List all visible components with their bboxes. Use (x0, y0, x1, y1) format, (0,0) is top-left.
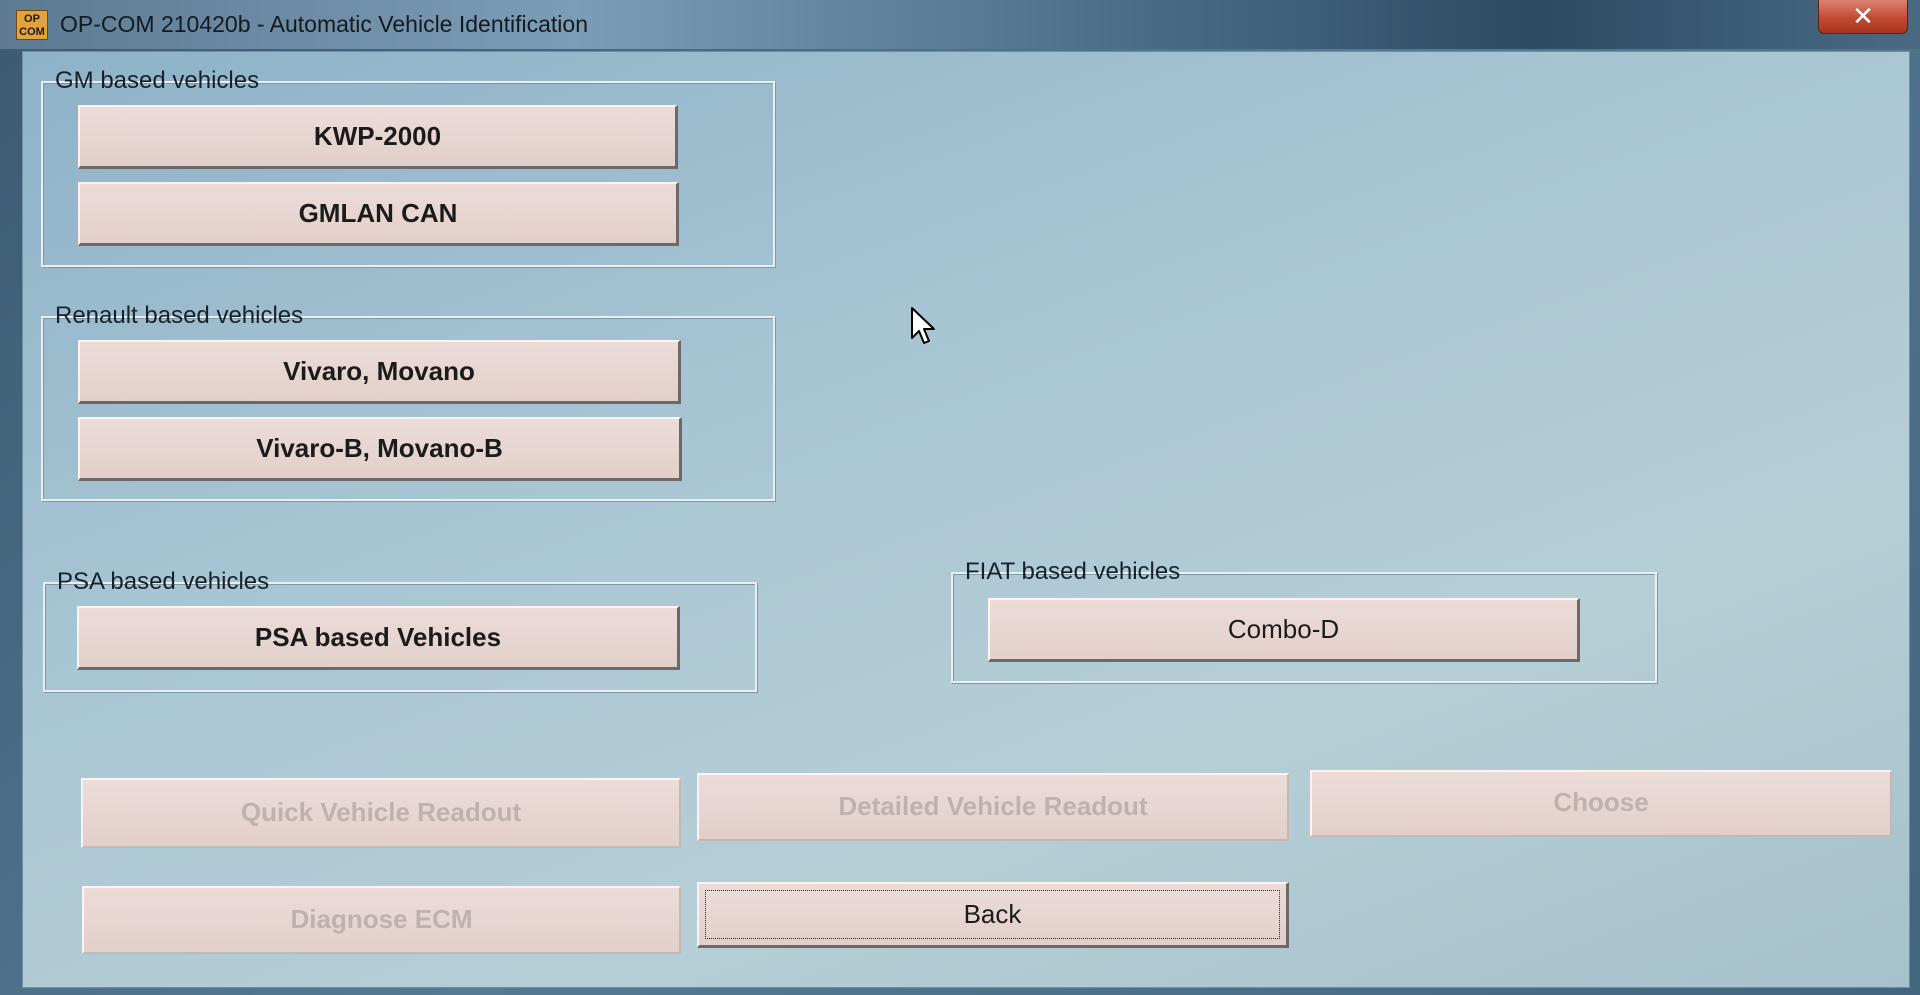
window-title: OP-COM 210420b - Automatic Vehicle Ident… (60, 11, 589, 37)
combo-d-button[interactable]: Combo-D (988, 598, 1580, 662)
app-logo-text-bottom: COM (19, 26, 45, 38)
focus-ring (705, 890, 1280, 939)
detailed-vehicle-readout-button[interactable]: Detailed Vehicle Readout (697, 773, 1289, 841)
psa-group-label: PSA based vehicles (57, 568, 270, 595)
renault-group-label: Renault based vehicles (55, 302, 304, 329)
app-logo-text-top: OP (24, 13, 40, 25)
gmlan-can-button[interactable]: GMLAN CAN (78, 182, 679, 246)
vivaro-movano-button[interactable]: Vivaro, Movano (78, 340, 681, 404)
close-icon[interactable]: ✕ (1818, 0, 1908, 34)
quick-vehicle-readout-button[interactable]: Quick Vehicle Readout (81, 778, 681, 848)
fiat-group-label: FIAT based vehicles (965, 558, 1181, 585)
psa-based-vehicles-button[interactable]: PSA based Vehicles (77, 606, 680, 670)
app-logo-icon: OP COM (16, 10, 48, 40)
mouse-pointer-icon (911, 307, 935, 344)
psa-group: PSA based vehicles PSA based Vehicles (43, 568, 757, 692)
vivaro-b-movano-b-button[interactable]: Vivaro-B, Movano-B (78, 417, 682, 481)
fiat-group: FIAT based vehicles Combo-D (951, 558, 1657, 683)
renault-group: Renault based vehicles Vivaro, Movano Vi… (41, 302, 775, 501)
choose-button[interactable]: Choose (1310, 770, 1892, 837)
kwp-2000-button[interactable]: KWP-2000 (78, 105, 678, 169)
back-button[interactable]: Back (697, 882, 1289, 948)
diagnose-ecm-button[interactable]: Diagnose ECM (82, 886, 681, 954)
main-panel: GM based vehicles KWP-2000 GMLAN CAN Ren… (22, 51, 1910, 988)
application-window: OP COM OP-COM 210420b - Automatic Vehicl… (0, 0, 1920, 995)
gm-group-label: GM based vehicles (55, 67, 260, 94)
gm-group: GM based vehicles KWP-2000 GMLAN CAN (41, 67, 775, 267)
title-bar[interactable]: OP COM OP-COM 210420b - Automatic Vehicl… (0, 0, 1920, 49)
